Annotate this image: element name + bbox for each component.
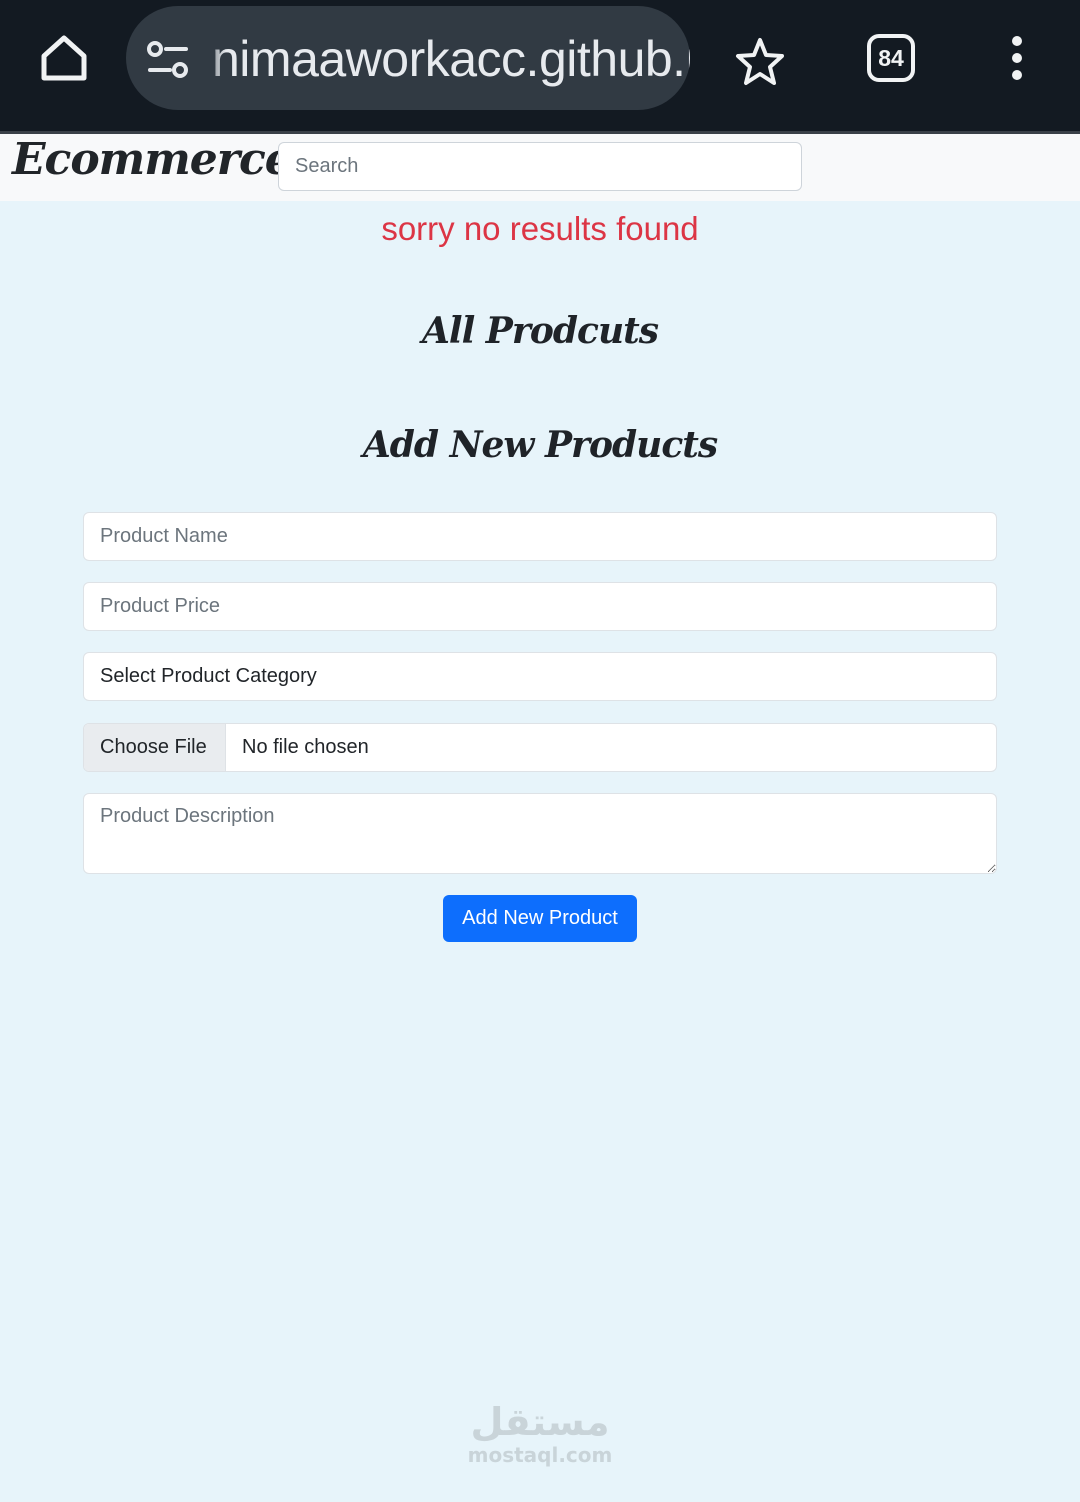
tabs-counter-icon[interactable]: 84 [867,34,915,82]
product-image-file-input[interactable]: Choose File No file chosen [83,723,997,772]
url-text[interactable]: nimaaworkacc.github.io [212,30,690,88]
watermark-domain: mostaql.com [467,1443,613,1467]
file-status-text: No file chosen [242,736,369,758]
product-description-textarea[interactable] [83,793,997,874]
choose-file-button[interactable]: Choose File [84,724,226,771]
url-fade [198,6,226,110]
site-settings-icon[interactable] [146,40,190,80]
product-price-input[interactable] [83,582,997,631]
browser-toolbar: nimaaworkacc.github.io 84 [0,0,1080,131]
home-icon[interactable] [36,30,92,86]
add-products-heading: Add New Products [362,424,718,466]
no-results-message: sorry no results found [381,210,699,247]
site-navbar: Ecommerce [0,134,1080,201]
watermark-arabic: مستقل [470,1400,610,1444]
address-bar[interactable]: nimaaworkacc.github.io [126,6,690,110]
brand-logo[interactable]: Ecommerce [12,134,293,185]
product-category-select[interactable]: Select Product Category [83,652,997,701]
more-menu-icon[interactable] [1005,34,1029,82]
search-input[interactable] [278,142,802,191]
watermark-logo: مستقل mostaql.com [0,1400,1080,1466]
category-selected-value: Select Product Category [100,665,317,687]
add-new-product-button[interactable]: Add New Product [443,895,637,942]
product-name-input[interactable] [83,512,997,561]
bookmark-star-icon[interactable] [734,36,786,86]
all-products-heading: All Prodcuts [421,310,659,352]
